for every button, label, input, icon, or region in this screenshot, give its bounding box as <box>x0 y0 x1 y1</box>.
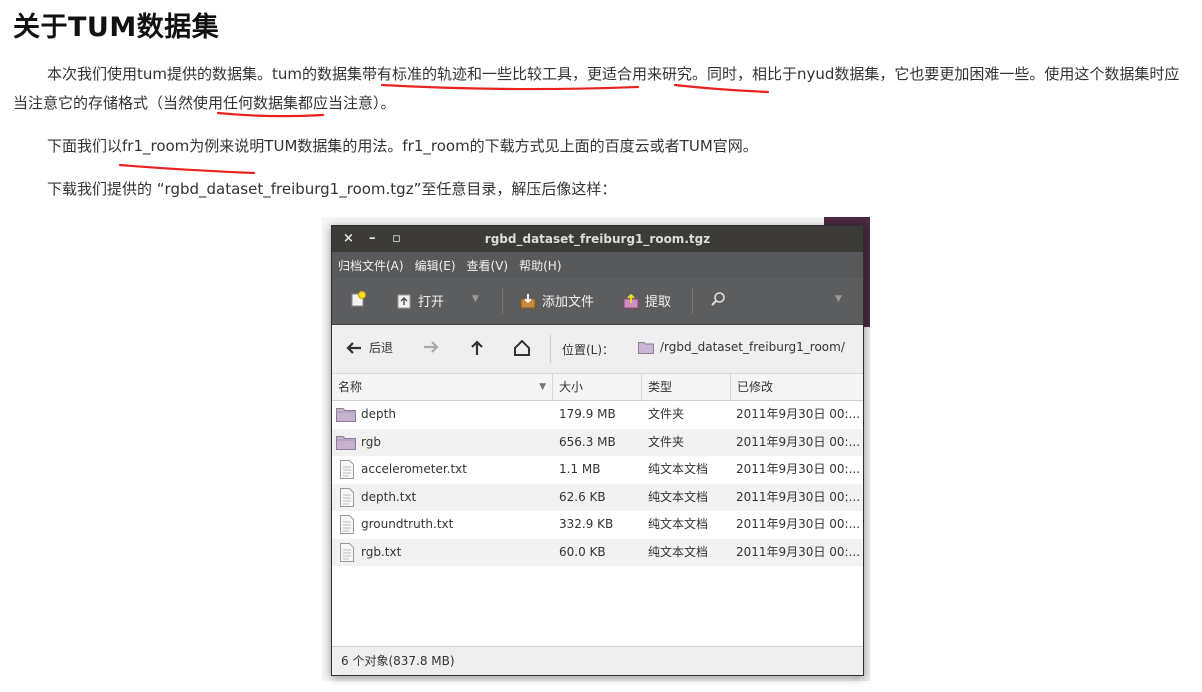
new-archive-icon <box>351 291 366 307</box>
file-size: 60.0 KB <box>559 544 606 559</box>
text-file-icon <box>339 460 355 479</box>
file-modified: 2011年9月30日 00:... <box>736 544 861 559</box>
file-list: depth 179.9 MB 文件夹 2011年9月30日 00:... rgb 656.… <box>332 401 863 566</box>
arrow-left-icon <box>346 341 361 354</box>
extract-icon <box>623 293 639 308</box>
text-file-icon <box>339 487 355 507</box>
file-size: 332.9 KB <box>559 517 614 531</box>
file-modified: 2011年9月30日 00:... <box>736 517 861 531</box>
file-type: 纯文本文档 <box>648 544 709 559</box>
file-type: 文件夹 <box>648 407 685 421</box>
toolbar-overflow-icon[interactable]: ▼ <box>835 294 842 304</box>
file-row[interactable]: groundtruth.txt 332.9 KB 纯文本文档 2011年9月30日 0… <box>332 511 863 539</box>
column-headers: 名称 ▼ 大小 类型 已修改 <box>332 374 863 401</box>
folder-icon <box>336 406 356 422</box>
file-type: 纯文本文档 <box>648 517 709 531</box>
add-files-icon <box>520 293 536 308</box>
file-modified: 2011年9月30日 00:... <box>736 489 861 504</box>
file-modified: 2011年9月30日 00:... <box>736 434 861 449</box>
file-name: rgb <box>361 434 381 449</box>
column-size[interactable]: 大小 <box>553 374 642 400</box>
file-size: 62.6 KB <box>559 489 606 504</box>
example-paragraph: 下面我们以fr1_room为例来说明TUM数据集的用法。fr1_room的下载方… <box>47 137 758 155</box>
file-type: 纯文本文档 <box>648 462 709 476</box>
file-name: groundtruth.txt <box>361 517 454 531</box>
open-icon <box>397 294 411 308</box>
intro-paragraph: 本次我们使用tum提供的数据集。tum的数据集带有标准的轨迹和一些比较工具，更适… <box>13 65 1180 112</box>
menu-archive[interactable]: 归档文件(A) <box>338 257 404 274</box>
file-name: depth <box>361 407 396 421</box>
file-name: rgb.txt <box>361 544 402 559</box>
file-row[interactable]: depth 179.9 MB 文件夹 2011年9月30日 00:... <box>332 401 863 429</box>
folder-icon <box>638 341 654 354</box>
home-icon <box>514 339 530 356</box>
navigation-bar: 后退 位置(L)： /rgbd_dataset_freiburg1_room/ <box>332 325 863 374</box>
column-type[interactable]: 类型 <box>642 374 731 400</box>
column-modified[interactable]: 已修改 <box>731 374 863 400</box>
new-archive-button[interactable] <box>350 291 372 307</box>
file-row[interactable]: rgb 656.3 MB 文件夹 2011年9月30日 00:... <box>332 428 863 456</box>
text-file-icon <box>339 515 355 534</box>
extract-button[interactable]: 提取 <box>623 291 671 310</box>
file-size: 179.9 MB <box>559 407 616 421</box>
file-row[interactable]: depth.txt 62.6 KB 纯文本文档 2011年9月30日 00:... <box>332 483 863 511</box>
file-name: depth.txt <box>361 489 417 504</box>
up-button[interactable] <box>468 339 486 357</box>
window-titlebar[interactable]: × – ▫ rgbd_dataset_freiburg1_room.tgz <box>332 226 863 252</box>
menu-edit[interactable]: 编辑(E) <box>415 257 456 274</box>
column-name[interactable]: 名称 ▼ <box>332 374 553 400</box>
folder-icon <box>336 434 356 450</box>
sort-down-icon: ▼ <box>539 382 546 392</box>
open-button[interactable]: 打开 <box>396 291 444 310</box>
menu-view[interactable]: 查看(V) <box>467 257 509 274</box>
page-title: 关于TUM数据集 <box>13 12 220 43</box>
file-size: 656.3 MB <box>559 434 616 449</box>
back-button[interactable]: 后退 <box>345 339 393 356</box>
window-title: rgbd_dataset_freiburg1_room.tgz <box>484 232 711 246</box>
home-button[interactable] <box>513 339 531 357</box>
status-bar: 6 个对象(837.8 MB) <box>332 646 863 675</box>
file-size: 1.1 MB <box>559 462 601 476</box>
arrow-right-icon <box>424 341 439 353</box>
file-modified: 2011年9月30日 00:... <box>736 407 861 421</box>
file-type: 纯文本文档 <box>648 489 709 504</box>
file-modified: 2011年9月30日 00:... <box>736 462 861 476</box>
file-name: accelerometer.txt <box>361 462 467 476</box>
menu-help[interactable]: 帮助(H) <box>519 257 561 274</box>
search-button[interactable] <box>710 291 732 307</box>
search-icon <box>711 292 725 306</box>
open-dropdown-icon[interactable]: ▼ <box>472 294 479 304</box>
menu-bar: 归档文件(A) 编辑(E) 查看(V) 帮助(H) <box>332 252 863 278</box>
location-label: 位置(L)： <box>562 343 615 357</box>
forward-button[interactable] <box>422 339 440 355</box>
text-file-icon <box>339 542 355 562</box>
arrow-up-icon <box>471 340 483 355</box>
toolbar: 打开 ▼ 添加文件 提取 ▼ <box>332 278 863 325</box>
file-row[interactable]: rgb.txt 60.0 KB 纯文本文档 2011年9月30日 00:... <box>332 538 863 566</box>
add-files-button[interactable]: 添加文件 <box>520 291 594 310</box>
archive-manager-window: × – ▫ rgbd_dataset_freiburg1_room.tgz 归档… <box>331 225 864 676</box>
location-path[interactable]: /rgbd_dataset_freiburg1_room/ <box>638 340 845 354</box>
download-paragraph: 下载我们提供的 “rgbd_dataset_freiburg1_room.tgz… <box>47 180 617 198</box>
file-type: 文件夹 <box>648 434 685 449</box>
file-row[interactable]: accelerometer.txt 1.1 MB 纯文本文档 2011年9月30日 0… <box>332 456 863 484</box>
